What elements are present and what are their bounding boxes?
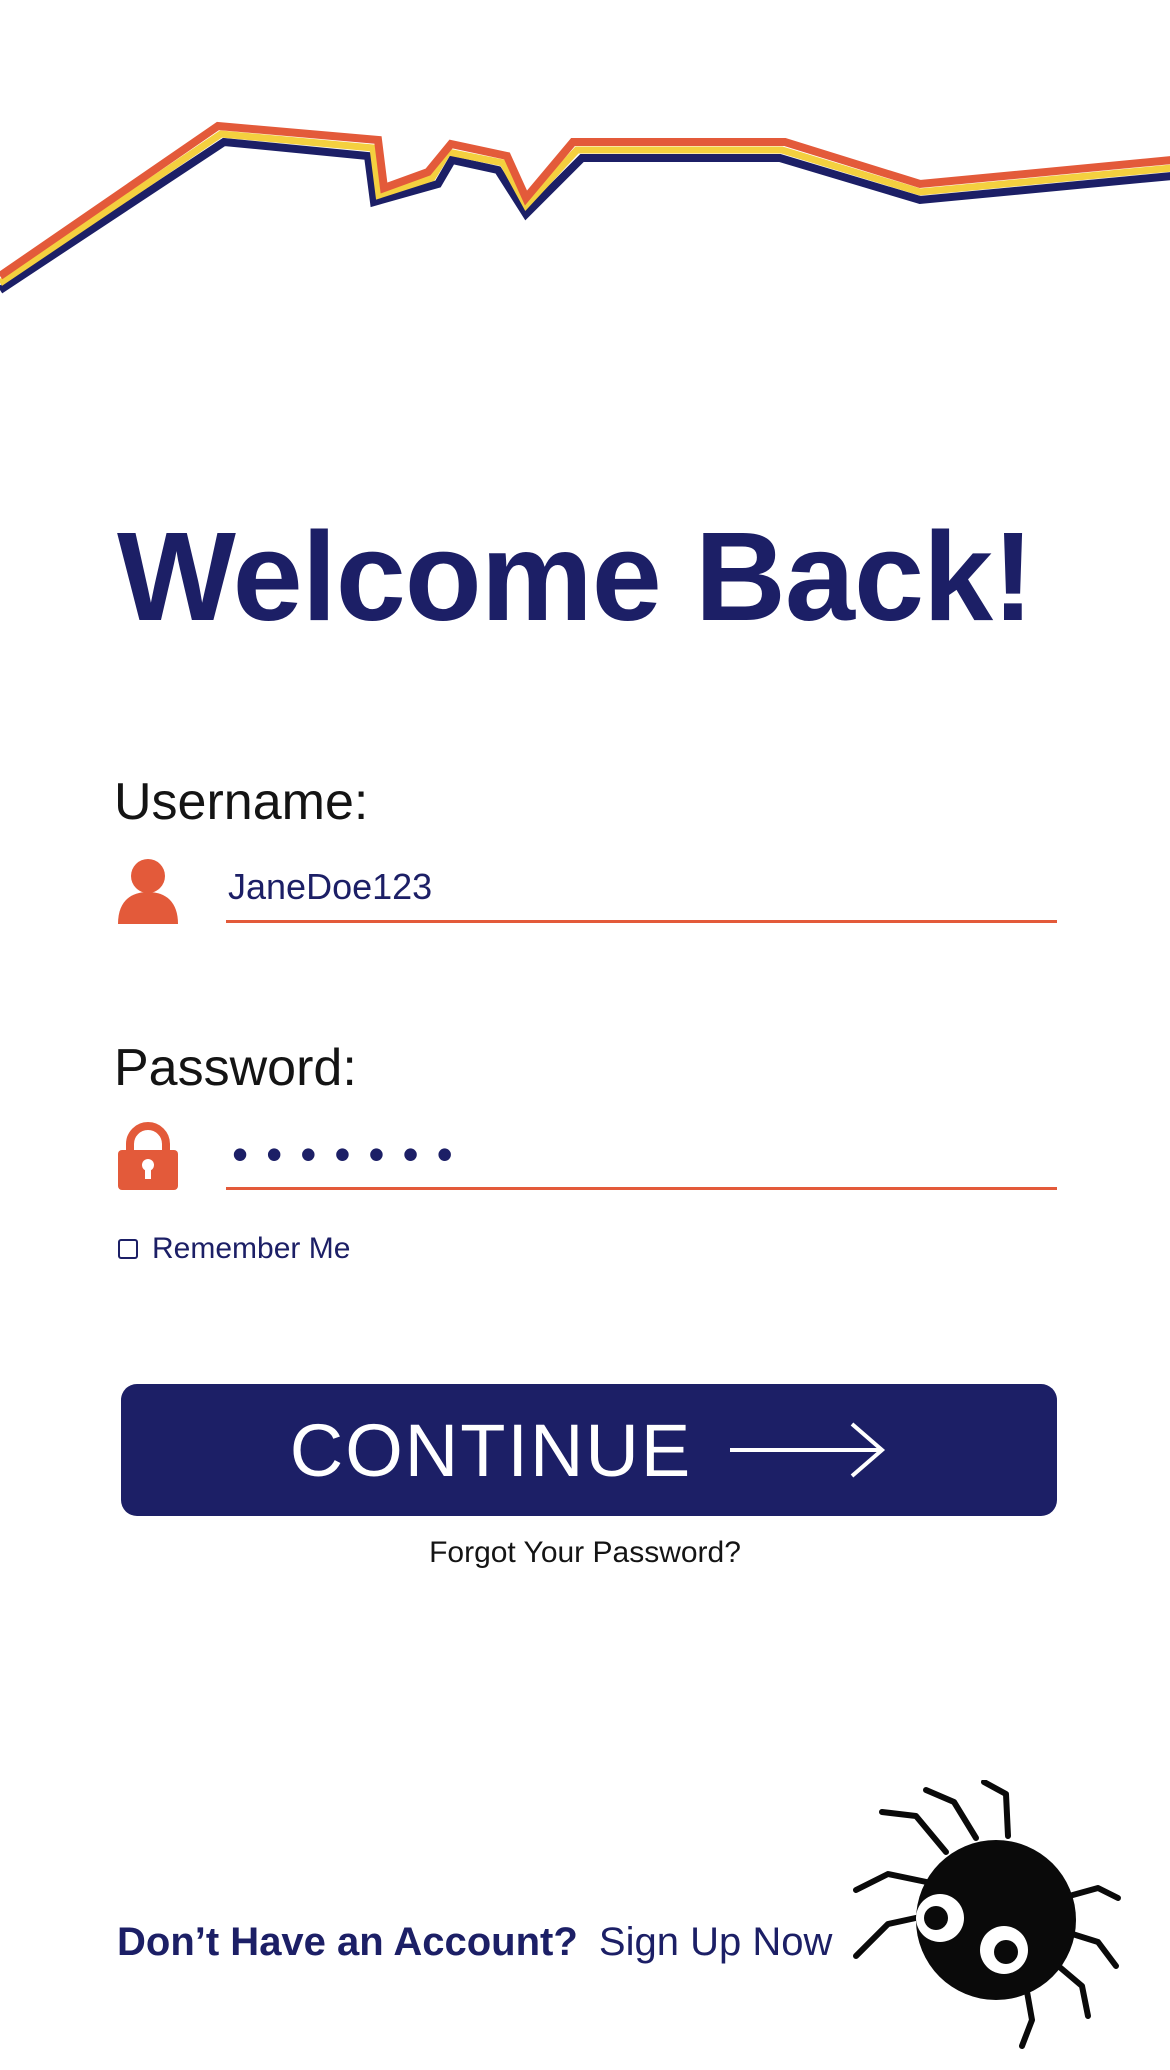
username-label: Username:: [114, 773, 369, 831]
remember-me-checkbox[interactable]: [118, 1239, 138, 1259]
password-label: Password:: [114, 1039, 357, 1097]
arrow-right-icon: [730, 1422, 886, 1478]
forgot-password-link[interactable]: Forgot Your Password?: [0, 1536, 1170, 1570]
signup-link[interactable]: Sign Up Now: [599, 1920, 832, 1964]
continue-button[interactable]: CONTINUE: [121, 1384, 1057, 1516]
remember-me-label: Remember Me: [152, 1232, 351, 1265]
user-icon: [118, 859, 178, 924]
signup-prompt: Don’t Have an Account? Sign Up Now: [117, 1920, 832, 1965]
username-input[interactable]: [226, 853, 1057, 923]
continue-button-label: CONTINUE: [289, 1408, 693, 1492]
lock-icon: [118, 1122, 178, 1190]
skyline-stripe-decoration: [0, 121, 1170, 294]
page-title: Welcome Back!: [117, 506, 1034, 647]
signup-question: Don’t Have an Account?: [117, 1920, 578, 1964]
password-input[interactable]: [226, 1120, 1057, 1190]
remember-me[interactable]: Remember Me: [118, 1232, 350, 1266]
spider-icon: [853, 1780, 1121, 2049]
